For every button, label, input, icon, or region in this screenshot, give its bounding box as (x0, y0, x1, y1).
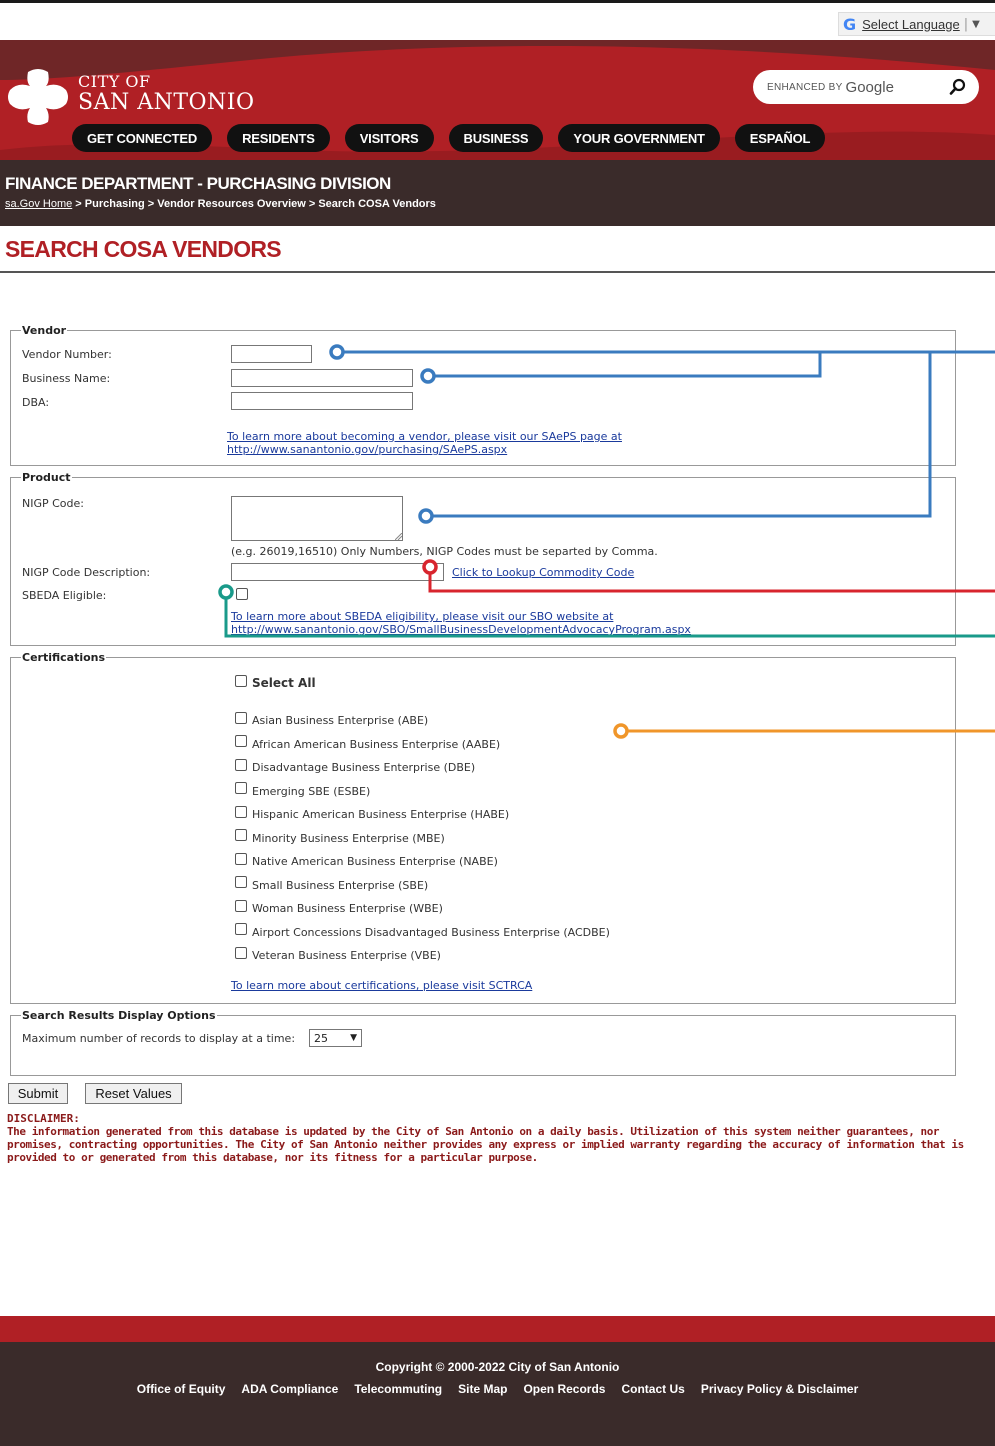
product-legend: Product (22, 471, 71, 484)
cert-sbe-label[interactable]: Small Business Enterprise (SBE) (252, 879, 428, 892)
cert-esbe-checkbox[interactable] (235, 782, 247, 794)
footer-link-ada-compliance[interactable]: ADA Compliance (241, 1382, 338, 1396)
site-search-input[interactable]: ENHANCED BY Google (753, 70, 979, 104)
cert-mbe-label[interactable]: Minority Business Enterprise (MBE) (252, 832, 445, 845)
language-selector[interactable]: G Select Language | ▼ (838, 12, 995, 36)
city-logo-icon[interactable] (6, 68, 70, 126)
reset-values-button[interactable]: Reset Values (85, 1083, 182, 1104)
top-border (0, 0, 995, 3)
sbeda-eligible-checkbox[interactable] (236, 588, 248, 600)
sbeda-link-line1[interactable]: To learn more about SBEDA eligibility, p… (231, 610, 691, 623)
breadcrumb-home-link[interactable]: sa.Gov Home (5, 198, 72, 210)
cert-abe-checkbox[interactable] (235, 712, 247, 724)
max-records-select[interactable]: 25 ▼ (309, 1029, 362, 1047)
cert-sbe-checkbox[interactable] (235, 876, 247, 888)
saeps-link[interactable]: To learn more about becoming a vendor, p… (227, 430, 622, 456)
disclaimer-heading: DISCLAIMER: (7, 1112, 80, 1125)
search-google-label: Google (845, 78, 894, 96)
footer-link-telecommuting[interactable]: Telecommuting (354, 1382, 442, 1396)
cert-acdbe-checkbox[interactable] (235, 923, 247, 935)
select-all-checkbox[interactable] (235, 675, 247, 687)
select-language-link[interactable]: Select Language (862, 17, 960, 32)
page-title: SEARCH COSA VENDORS (5, 236, 282, 262)
disclaimer-text: The information generated from this data… (7, 1125, 964, 1164)
language-separator: | (963, 16, 969, 32)
nigp-code-label: NIGP Code: (22, 497, 84, 510)
cert-aabe-checkbox[interactable] (235, 735, 247, 747)
search-enhanced-label: ENHANCED BY (767, 81, 843, 93)
sctrca-link[interactable]: To learn more about certifications, plea… (231, 979, 532, 992)
footer-copyright: Copyright © 2000-2022 City of San Antoni… (375, 1360, 620, 1374)
cert-dbe-label[interactable]: Disadvantage Business Enterprise (DBE) (252, 761, 475, 774)
footer-link-site-map[interactable]: Site Map (458, 1382, 507, 1396)
caret-down-icon[interactable]: ▼ (972, 19, 980, 30)
cert-nabe-label[interactable]: Native American Business Enterprise (NAB… (252, 855, 498, 868)
cert-dbe-checkbox[interactable] (235, 759, 247, 771)
certifications-fieldset: Certifications (10, 651, 956, 1004)
nav-get-connected[interactable]: GET CONNECTED (72, 124, 213, 152)
dba-label: DBA: (22, 396, 50, 409)
vendor-number-label: Vendor Number: (22, 348, 112, 361)
nav-visitors[interactable]: VISITORS (344, 124, 434, 152)
logo-text-city-of[interactable]: CITY OF (78, 72, 151, 91)
footer-link-contact-us[interactable]: Contact Us (621, 1382, 684, 1396)
nav-business[interactable]: BUSINESS (448, 124, 544, 152)
site-header: CITY OF SAN ANTONIO ENHANCED BY Google G… (0, 40, 995, 160)
footer-link-open-records[interactable]: Open Records (523, 1382, 605, 1396)
saeps-link-line1[interactable]: To learn more about becoming a vendor, p… (227, 430, 622, 443)
cert-mbe-checkbox[interactable] (235, 829, 247, 841)
footer-link-privacy-policy[interactable]: Privacy Policy & Disclaimer (701, 1382, 858, 1396)
cert-vbe-label[interactable]: Veteran Business Enterprise (VBE) (252, 949, 441, 962)
nigp-description-input[interactable] (231, 563, 444, 581)
nav-residents[interactable]: RESIDENTS (227, 124, 330, 152)
business-name-input[interactable] (231, 369, 413, 387)
cert-wbe-label[interactable]: Woman Business Enterprise (WBE) (252, 902, 443, 915)
breadcrumb-trail: > Purchasing > Vendor Resources Overview… (72, 198, 436, 210)
footer-links: Office of Equity ADA Compliance Telecomm… (0, 1382, 995, 1396)
cert-aabe-label[interactable]: African American Business Enterprise (AA… (252, 738, 500, 751)
nigp-code-hint: (e.g. 26019,16510) Only Numbers, NIGP Co… (231, 545, 658, 558)
sbeda-eligible-label: SBEDA Eligible: (22, 589, 107, 602)
search-icon[interactable] (949, 78, 967, 96)
select-all-label[interactable]: Select All (252, 676, 316, 690)
title-divider (0, 271, 995, 273)
cert-nabe-checkbox[interactable] (235, 853, 247, 865)
dba-input[interactable] (231, 392, 413, 410)
cert-abe-label[interactable]: Asian Business Enterprise (ABE) (252, 714, 428, 727)
site-footer: Copyright © 2000-2022 City of San Antoni… (0, 1342, 995, 1446)
display-options-legend: Search Results Display Options (22, 1009, 216, 1022)
footer-red-band (0, 1316, 995, 1342)
business-name-label: Business Name: (22, 372, 111, 385)
cert-vbe-checkbox[interactable] (235, 947, 247, 959)
cert-esbe-label[interactable]: Emerging SBE (ESBE) (252, 785, 370, 798)
cert-habe-checkbox[interactable] (235, 806, 247, 818)
vendor-number-input[interactable] (231, 345, 312, 363)
logo-text-san-antonio[interactable]: SAN ANTONIO (78, 90, 255, 115)
vendor-legend: Vendor (22, 324, 67, 337)
nav-espanol[interactable]: ESPAÑOL (734, 124, 826, 152)
department-title: FINANCE DEPARTMENT - PURCHASING DIVISION (5, 174, 391, 193)
max-records-value: 25 (314, 1031, 328, 1045)
breadcrumb: sa.Gov Home > Purchasing > Vendor Resour… (5, 198, 436, 210)
sbeda-link[interactable]: To learn more about SBEDA eligibility, p… (231, 610, 691, 636)
footer-link-office-of-equity[interactable]: Office of Equity (137, 1382, 226, 1396)
submit-button[interactable]: Submit (8, 1083, 68, 1104)
department-bar: FINANCE DEPARTMENT - PURCHASING DIVISION… (0, 160, 995, 226)
max-records-label: Maximum number of records to display at … (22, 1032, 296, 1045)
nigp-code-textarea[interactable] (231, 496, 403, 541)
cert-wbe-checkbox[interactable] (235, 900, 247, 912)
sbeda-link-line2[interactable]: http://www.sanantonio.gov/SBO/SmallBusin… (231, 623, 691, 636)
saeps-link-line2[interactable]: http://www.sanantonio.gov/purchasing/SAe… (227, 443, 622, 456)
chevron-down-icon: ▼ (350, 1033, 357, 1043)
nav-your-government[interactable]: YOUR GOVERNMENT (558, 124, 720, 152)
certifications-legend: Certifications (22, 651, 106, 664)
cert-habe-label[interactable]: Hispanic American Business Enterprise (H… (252, 808, 509, 821)
cert-acdbe-label[interactable]: Airport Concessions Disadvantaged Busine… (252, 926, 610, 939)
textarea-resize-grip-icon[interactable] (395, 533, 402, 540)
google-g-icon: G (843, 14, 857, 34)
lookup-commodity-link[interactable]: Click to Lookup Commodity Code (452, 566, 634, 579)
nigp-description-label: NIGP Code Description: (22, 566, 151, 579)
main-nav: GET CONNECTED RESIDENTS VISITORS BUSINES… (72, 124, 826, 152)
